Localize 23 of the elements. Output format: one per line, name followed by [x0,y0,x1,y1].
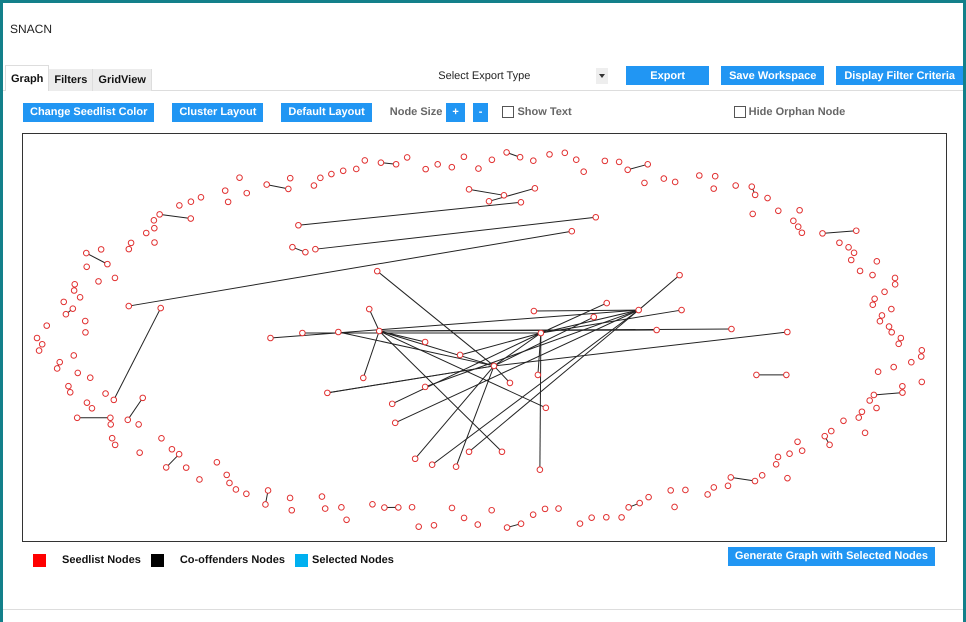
generate-graph-button[interactable]: Generate Graph with Selected Nodes [728,546,935,566]
legend-label: Co-offenders Nodes [180,554,285,566]
app-title: SNACN [9,21,54,34]
caret-icon [596,68,608,84]
layout-button[interactable]: Change Seedlist Color [23,102,154,122]
node-size-button[interactable]: + [446,102,465,122]
export-button[interactable]: Save Workspace [721,66,824,85]
export-button[interactable]: Display Filter Criteria [836,66,963,85]
checkbox[interactable] [734,106,746,118]
legend-label: Selected Nodes [312,554,394,566]
export-type-dropdown[interactable]: Select Export Type [420,68,608,84]
legend-label: Seedlist Nodes [62,554,141,566]
layout-button[interactable]: Cluster Layout [172,102,264,122]
tab[interactable]: Filters [49,69,94,91]
checkbox-label: Show Text [517,106,572,118]
checkbox-label: Hide Orphan Node [748,106,846,118]
node-size-label: Node Size [390,106,442,118]
checkbox[interactable] [502,106,514,118]
node-size-button[interactable]: - [472,102,488,122]
layout-button[interactable]: Default Layout [281,102,372,122]
tab[interactable]: Graph [5,65,50,91]
tab[interactable]: GridView [93,69,152,91]
export-button[interactable]: Export [626,66,710,85]
